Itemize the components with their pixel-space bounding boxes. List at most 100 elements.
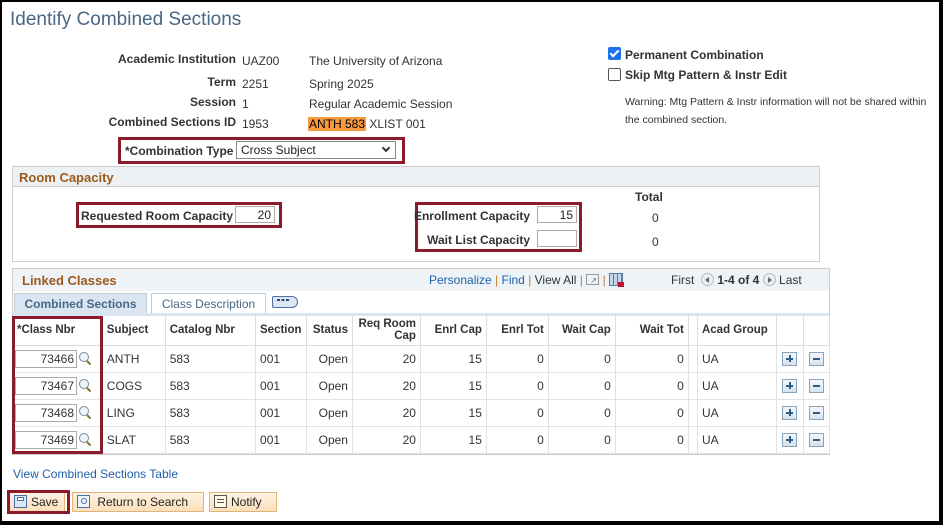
class-nbr-highlight-box	[12, 316, 103, 454]
skip-mtg-pattern-checkbox[interactable]	[608, 68, 621, 81]
col-wait-cap: Wait Cap	[548, 316, 616, 346]
combined-sections-id-code: 1953	[242, 117, 269, 131]
session-label: Session	[189, 95, 236, 109]
return-to-search-button[interactable]: Return to Search	[72, 492, 204, 512]
enrl-tot-cell: 0	[486, 426, 549, 454]
academic-institution-description: The University of Arizona	[309, 54, 443, 68]
delete-row-button[interactable]	[808, 351, 824, 366]
subject-cell: COGS	[102, 372, 166, 400]
subject-cell: SLAT	[102, 426, 166, 454]
subject-cell: ANTH	[102, 345, 166, 373]
last-link[interactable]: Last	[779, 273, 802, 287]
req-room-cap-cell: 20	[352, 372, 421, 400]
find-link[interactable]: Find	[502, 273, 525, 287]
wait-cap-cell: 0	[548, 372, 616, 400]
catalog-nbr-cell: 583	[165, 426, 257, 454]
personalize-link[interactable]: Personalize	[429, 273, 492, 287]
section-cell: 001	[255, 399, 308, 427]
page-title: Identify Combined Sections	[10, 9, 242, 30]
linked-classes-grid: *Class Nbr Subject Catalog Nbr Section S…	[13, 316, 830, 454]
status-cell: Open	[306, 426, 353, 454]
return-to-search-icon	[77, 495, 90, 508]
view-combined-sections-table-link[interactable]: View Combined Sections Table	[13, 467, 178, 481]
table-row: 73468 LING 583 001 Open 20 15 0 0 0 UA	[13, 399, 830, 427]
col-section: Section	[255, 316, 308, 346]
col-subject: Subject	[102, 316, 166, 346]
spacer-cell	[688, 426, 698, 454]
add-row-button[interactable]	[782, 432, 798, 447]
notify-icon	[214, 495, 227, 508]
table-row: 73466 ANTH 583 001 Open 20 15 0 0 0 UA	[13, 345, 830, 373]
notify-button[interactable]: Notify	[209, 492, 277, 512]
table-row: 73467 COGS 583 001 Open 20 15 0 0 0 UA	[13, 372, 830, 400]
return-to-search-label: Return to Search	[97, 495, 189, 509]
warning-line-1: Warning: Mtg Pattern & Instr information…	[625, 96, 927, 108]
grid-header-row: *Class Nbr Subject Catalog Nbr Section S…	[13, 316, 830, 346]
combined-sections-id-label: Combined Sections ID	[108, 115, 236, 129]
row-range: 1-4 of 4	[717, 273, 760, 287]
add-row-button[interactable]	[782, 405, 798, 420]
wait-list-capacity-total: 0	[652, 235, 659, 249]
col-enrl-cap: Enrl Cap	[420, 316, 487, 346]
enrollment-capacity-input[interactable]: 15	[537, 206, 577, 223]
download-spreadsheet-icon[interactable]	[609, 273, 625, 287]
academic-institution-label: Academic Institution	[117, 52, 236, 66]
term-code: 2251	[242, 77, 269, 91]
room-capacity-header: Room Capacity	[13, 167, 819, 187]
req-room-cap-cell: 20	[352, 399, 421, 427]
previous-row-icon[interactable]	[701, 273, 714, 286]
section-cell: 001	[255, 345, 308, 373]
col-wait-tot: Wait Tot	[615, 316, 689, 346]
requested-room-capacity-input[interactable]: 20	[235, 206, 275, 223]
new-window-icon[interactable]: ↗	[586, 274, 600, 285]
enrl-cap-cell: 15	[420, 372, 487, 400]
tab-combined-sections[interactable]: Combined Sections	[14, 293, 147, 313]
highlighted-course: ANTH 583	[308, 117, 367, 131]
enrl-cap-cell: 15	[420, 426, 487, 454]
wait-list-capacity-input[interactable]	[537, 230, 577, 247]
enrl-cap-cell: 15	[420, 399, 487, 427]
delete-row-button[interactable]	[808, 432, 824, 447]
combination-type-value: Cross Subject	[241, 143, 316, 157]
enrl-tot-cell: 0	[486, 399, 549, 427]
enrl-cap-cell: 15	[420, 345, 487, 373]
spacer-cell	[688, 372, 698, 400]
linked-classes-title: Linked Classes	[22, 273, 117, 288]
show-all-columns-icon[interactable]	[272, 296, 298, 308]
status-cell: Open	[306, 399, 353, 427]
wait-tot-cell: 0	[615, 399, 689, 427]
permanent-combination-checkbox[interactable]	[608, 47, 621, 60]
notify-label: Notify	[231, 495, 262, 509]
next-row-icon[interactable]	[762, 273, 776, 286]
acad-group-cell: UA	[697, 399, 778, 427]
col-req-room-cap: Req Room Cap	[352, 316, 421, 346]
wait-cap-cell: 0	[548, 426, 616, 454]
delete-row-button[interactable]	[808, 405, 824, 420]
save-highlight-box	[7, 490, 70, 514]
first-link[interactable]: First	[671, 273, 694, 287]
add-row-button[interactable]	[782, 378, 798, 393]
wait-tot-cell: 0	[615, 426, 689, 454]
session-code: 1	[242, 97, 249, 111]
academic-institution-code: UAZ00	[242, 54, 280, 68]
room-capacity-title: Room Capacity	[19, 170, 114, 185]
enrollment-capacity-label: Enrollment Capacity	[413, 209, 530, 223]
catalog-nbr-cell: 583	[165, 372, 257, 400]
combination-type-select[interactable]: Cross Subject	[236, 141, 396, 159]
delete-row-button[interactable]	[808, 378, 824, 393]
section-cell: 001	[255, 372, 308, 400]
col-enrl-tot: Enrl Tot	[486, 316, 549, 346]
status-cell: Open	[306, 345, 353, 373]
view-all-link[interactable]: View All	[535, 273, 577, 287]
grid-pagination: First 1-4 of 4 Last	[671, 273, 802, 287]
acad-group-cell: UA	[697, 426, 778, 454]
term-description: Spring 2025	[309, 77, 374, 91]
wait-cap-cell: 0	[548, 399, 616, 427]
term-label: Term	[207, 75, 236, 89]
wait-tot-cell: 0	[615, 345, 689, 373]
enrl-tot-cell: 0	[486, 345, 549, 373]
spacer-cell	[688, 399, 698, 427]
tab-class-description[interactable]: Class Description	[151, 293, 266, 313]
add-row-button[interactable]	[782, 351, 798, 366]
chevron-down-icon	[381, 143, 391, 153]
